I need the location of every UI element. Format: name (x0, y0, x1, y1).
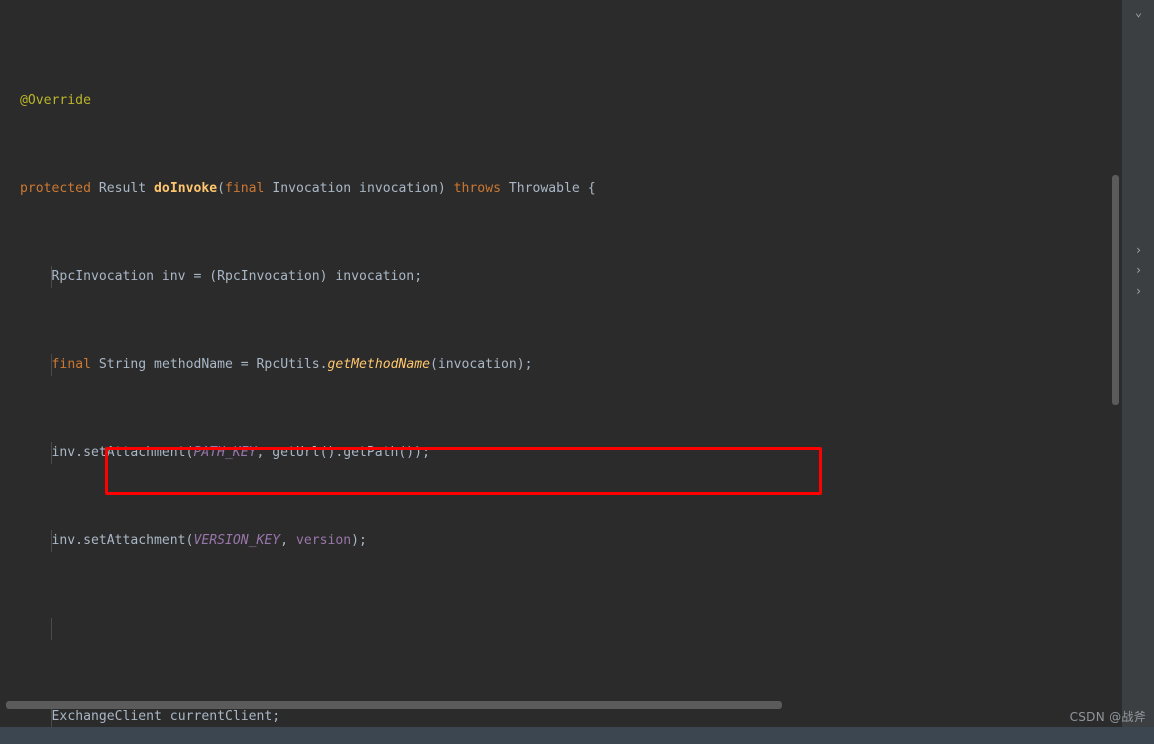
chevron-right-icon-3[interactable]: › (1122, 281, 1154, 301)
code-line: RpcInvocation inv = (RpcInvocation) invo… (0, 266, 1116, 288)
chevron-right-icon-1[interactable]: › (1122, 240, 1154, 260)
chevron-right-icon-2[interactable]: › (1122, 260, 1154, 280)
code-line: final String methodName = RpcUtils.getMe… (0, 354, 1116, 376)
vertical-scrollbar-thumb[interactable] (1112, 175, 1119, 405)
horizontal-scrollbar[interactable] (0, 700, 1121, 710)
code-line: @Override (20, 93, 91, 108)
status-bar (0, 727, 1154, 744)
vertical-scrollbar[interactable] (1110, 0, 1121, 727)
csdn-watermark: CSDN @战斧 (1069, 710, 1146, 724)
right-tool-strip[interactable]: ⌄ › › › (1121, 0, 1154, 727)
code-line: inv.setAttachment(PATH_KEY, getUrl().get… (0, 442, 1116, 464)
code-line: protected Result doInvoke(final Invocati… (20, 181, 596, 196)
code-editor-window: @Override protected Result doInvoke(fina… (0, 0, 1154, 744)
editor-viewport[interactable]: @Override protected Result doInvoke(fina… (0, 0, 1121, 727)
source-code[interactable]: @Override protected Result doInvoke(fina… (0, 0, 1116, 727)
code-line (0, 618, 1116, 640)
code-line: inv.setAttachment(VERSION_KEY, version); (0, 530, 1116, 552)
horizontal-scrollbar-thumb[interactable] (6, 701, 782, 709)
chevron-down-icon[interactable]: ⌄ (1122, 2, 1154, 22)
